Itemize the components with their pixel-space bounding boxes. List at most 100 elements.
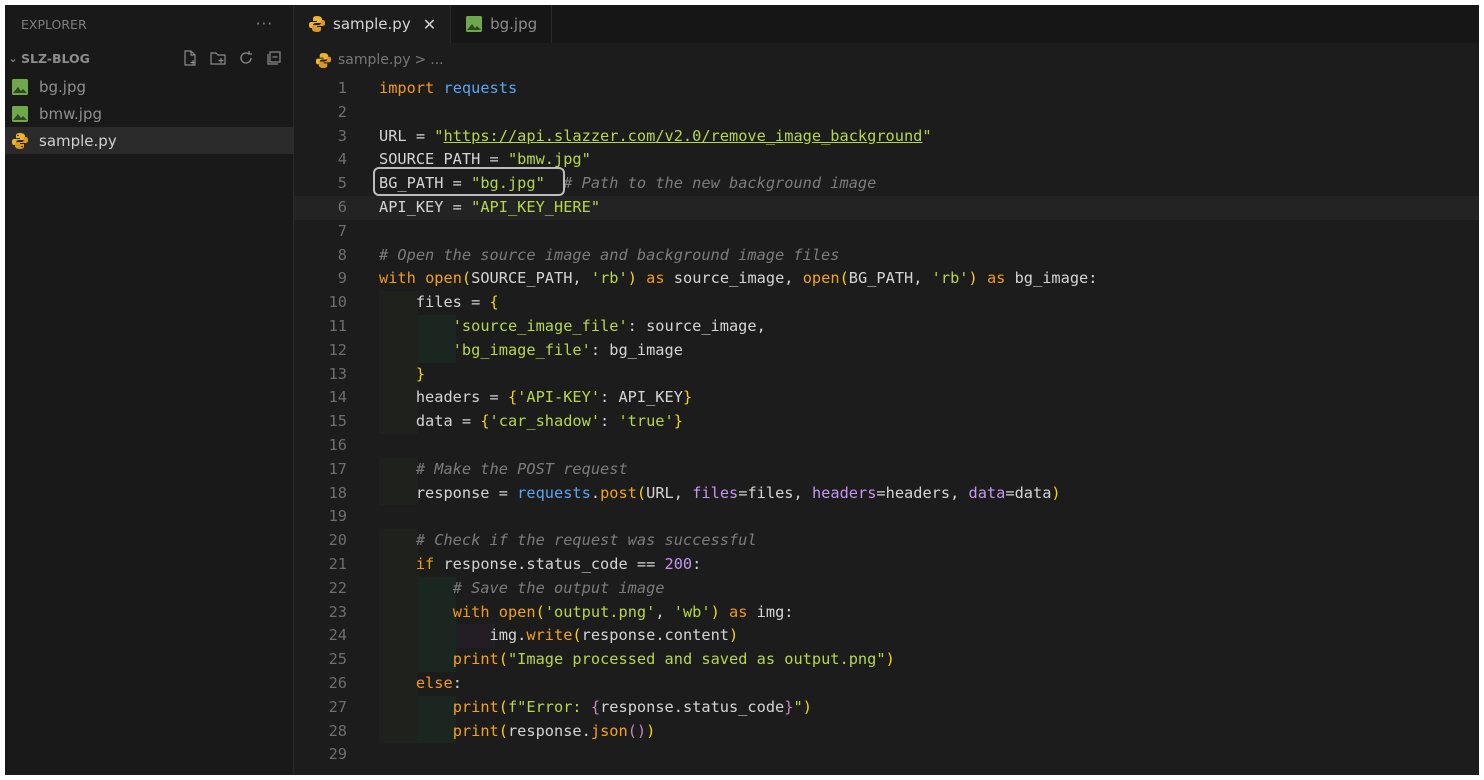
tab-label: bg.jpg — [490, 15, 538, 33]
close-icon[interactable]: ✕ — [423, 15, 436, 34]
code-token: ( — [572, 626, 582, 645]
code-token: requests — [443, 79, 518, 97]
editor-tabs: sample.py ✕ bg.jpg — [294, 5, 1479, 43]
code-token: ( — [839, 269, 849, 288]
code-text: with open(SOURCE_PATH, 'rb') as source_i… — [379, 267, 1097, 291]
code-line[interactable]: 7 — [294, 220, 1479, 244]
tab-bg-jpg[interactable]: bg.jpg — [451, 5, 553, 43]
breadcrumb-file[interactable]: sample.py — [338, 52, 411, 68]
code-token: 'true' — [618, 412, 674, 431]
code-text: img.write(response.content) — [379, 624, 739, 648]
code-token: source_image, — [664, 269, 803, 288]
file-name: sample.py — [39, 131, 117, 150]
code-line[interactable]: 14 headers = {'API-KEY': API_KEY} — [294, 386, 1479, 411]
code-token: } — [673, 412, 683, 431]
code-line[interactable]: 21 if response.status_code == 200: — [294, 553, 1479, 577]
code-text: headers = {'API-KEY': API_KEY} — [379, 386, 692, 410]
ellipsis-icon[interactable]: ··· — [256, 15, 273, 33]
code-text: else: — [379, 672, 462, 696]
line-number: 21 — [328, 555, 347, 573]
code-token: SOURCE_PATH, — [471, 269, 591, 288]
line-number: 24 — [328, 626, 347, 645]
code-token: , — [655, 602, 674, 621]
code-token: https://api.slazzer.com/v2.0/remove_imag… — [443, 126, 923, 145]
code-token: ) — [627, 269, 637, 288]
code-token: open — [498, 602, 536, 621]
code-line[interactable]: 26 else: — [294, 672, 1479, 696]
code-token: # Open the source image and background i… — [379, 245, 840, 264]
code-token: as — [646, 269, 665, 288]
code-line[interactable]: 3 URL = "https://api.slazzer.com/v2.0/rem… — [294, 125, 1479, 149]
code-token: # Check if the request was successful — [415, 531, 757, 550]
code-token: # Save the output image — [452, 578, 665, 597]
explorer-sidebar: EXPLORER ··· ⌄ SLZ-BLOG bg.jpg bmw.jpg s… — [5, 5, 294, 775]
code-line[interactable]: 15 data = {'car_shadow': 'true'} — [294, 410, 1479, 434]
file-item-bg-jpg[interactable]: bg.jpg — [5, 73, 293, 100]
code-token: { — [480, 412, 490, 431]
code-token: files = — [379, 293, 490, 312]
code-token: 'car_shadow' — [489, 412, 601, 431]
new-folder-icon[interactable] — [209, 49, 227, 67]
code-line[interactable]: 20 # Check if the request was successful — [294, 529, 1479, 553]
code-line[interactable]: 16 — [294, 434, 1479, 458]
code-token: ) — [646, 721, 656, 740]
code-line[interactable]: 24 img.write(response.content) — [294, 624, 1479, 649]
python-icon — [315, 52, 332, 69]
code-token: 'rb' — [931, 269, 969, 288]
file-name: bg.jpg — [39, 77, 87, 96]
line-number: 5 — [337, 174, 347, 193]
code-line[interactable]: 11 'source_image_file': source_image, — [294, 315, 1479, 339]
code-line[interactable]: 19 — [294, 505, 1479, 529]
code-token: 200 — [664, 555, 693, 573]
tab-sample-py[interactable]: sample.py ✕ — [294, 5, 452, 43]
code-line[interactable]: 9 with open(SOURCE_PATH, 'rb') as source_… — [294, 267, 1479, 291]
code-line[interactable]: 28 print(response.json()) — [294, 719, 1479, 744]
file-item-sample-py[interactable]: sample.py — [5, 127, 293, 154]
folder-header[interactable]: ⌄ SLZ-BLOG — [5, 43, 293, 73]
line-number: 8 — [337, 245, 347, 264]
refresh-icon[interactable] — [237, 49, 255, 67]
code-line[interactable]: 10 files = { — [294, 291, 1479, 315]
code-text: data = {'car_shadow': 'true'} — [379, 410, 683, 434]
line-number: 18 — [328, 483, 347, 502]
image-icon — [11, 78, 33, 96]
code-line[interactable]: 23 with open('output.png', 'wb') as img: — [294, 600, 1479, 625]
breadcrumb-separator: > — [414, 52, 427, 68]
code-line[interactable]: 2 — [294, 101, 1479, 125]
code-token: headers — [811, 483, 877, 502]
code-line[interactable]: 1 import requests — [294, 77, 1479, 101]
code-token: if — [415, 555, 435, 573]
code-token: import — [379, 79, 435, 97]
code-token: print — [452, 650, 499, 669]
code-line[interactable]: 29 — [294, 743, 1479, 767]
code-line[interactable]: 8 # Open the source image and background … — [294, 244, 1479, 268]
code-line[interactable]: 13 } — [294, 362, 1479, 387]
code-text: print("Image processed and saved as outp… — [379, 648, 895, 672]
code-line[interactable]: 25 print("Image processed and saved as o… — [294, 648, 1479, 672]
code-token: . — [590, 483, 601, 502]
new-file-icon[interactable] — [181, 49, 199, 67]
code-line[interactable]: 17 # Make the POST request — [294, 457, 1479, 482]
code-token: headers = — [379, 388, 508, 407]
line-number: 13 — [328, 364, 347, 383]
code-line[interactable]: 22 # Save the output image — [294, 576, 1479, 601]
code-line[interactable]: 6 API_KEY = "API_KEY_HERE" — [294, 196, 1479, 220]
code-token: as — [729, 602, 748, 621]
breadcrumb-more[interactable]: ... — [430, 52, 443, 68]
code-text: # Save the output image — [379, 577, 665, 601]
code-line[interactable]: 27 print(f"Error: {response.status_code}… — [294, 695, 1479, 720]
file-item-bmw-jpg[interactable]: bmw.jpg — [5, 100, 293, 127]
code-token: ) — [802, 697, 812, 716]
code-line[interactable]: 12 'bg_image_file': bg_image — [294, 338, 1479, 363]
code-text: print(response.json()) — [379, 720, 656, 744]
code-token: BG_PATH, — [848, 269, 932, 288]
code-token: " — [922, 126, 932, 145]
code-token: response.status_code — [600, 697, 785, 716]
line-number: 2 — [337, 102, 347, 121]
code-line[interactable]: 18 response = requests.post(URL, files=f… — [294, 481, 1479, 506]
collapse-icon[interactable] — [265, 49, 283, 67]
